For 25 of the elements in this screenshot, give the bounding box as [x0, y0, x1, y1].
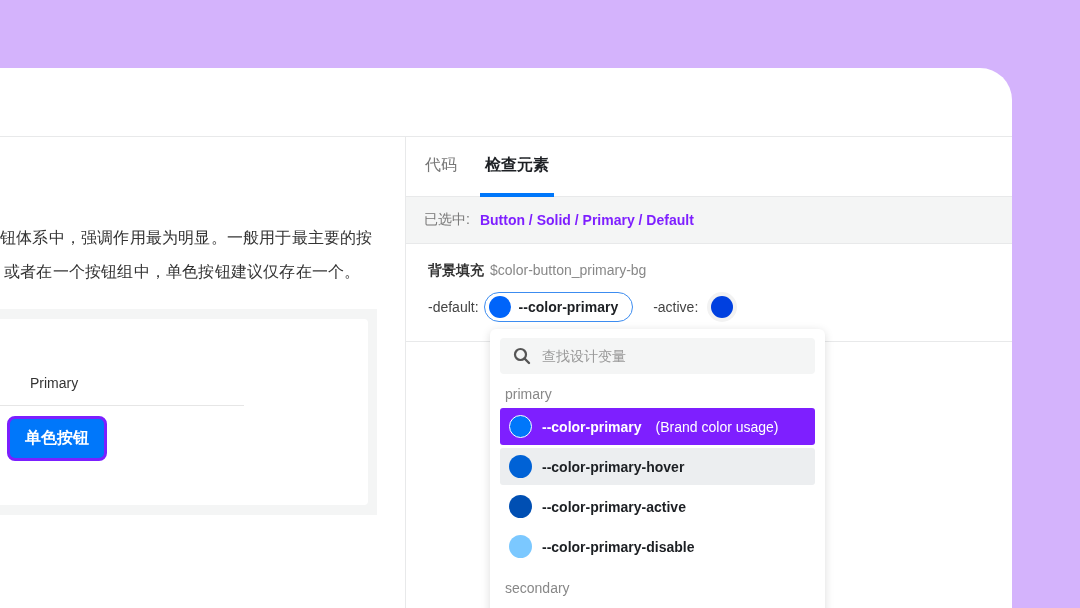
preview-tab[interactable]: Primary [30, 371, 79, 391]
property-name: 背景填充 [428, 262, 484, 280]
option-name: --color-primary-disable [542, 538, 695, 555]
token-option[interactable]: --color-primary-disable [500, 528, 815, 565]
tab[interactable]: 代码 [424, 137, 458, 197]
search-icon [513, 347, 531, 365]
group-label: secondary [504, 579, 571, 598]
token-option[interactable]: --color-primary-active [500, 488, 815, 525]
option-name: --color-primary [542, 418, 642, 435]
token-option[interactable]: --color-primary (Brand color usage) [500, 408, 815, 445]
group-label: primary [504, 385, 553, 404]
option-note: (Brand color usage) [655, 418, 779, 435]
selection-label: 已选中: [424, 211, 470, 229]
selection-path: Button / Solid / Primary / Default [479, 212, 694, 228]
search-field[interactable]: 查找设计变量 [500, 338, 815, 374]
option-name: --color-primary-hover [542, 458, 685, 475]
description-text: 钮体系中，强调作用最为明显。一般用于最主要的按 [0, 228, 374, 249]
color-select[interactable]: --color-primary [483, 292, 634, 322]
token-option[interactable]: --color-primary-hover [500, 448, 815, 485]
solid-button[interactable]: 单色按钮 [7, 416, 107, 461]
description-text: 或者在一个按钮组中，单色按钮建议仅存在一个。 [3, 262, 362, 283]
option-name: --color-primary-active [542, 498, 686, 515]
state-label: -default: [428, 299, 479, 315]
state-label: -active: [653, 299, 699, 315]
token-name: $color-button_primary-bg [490, 262, 647, 278]
